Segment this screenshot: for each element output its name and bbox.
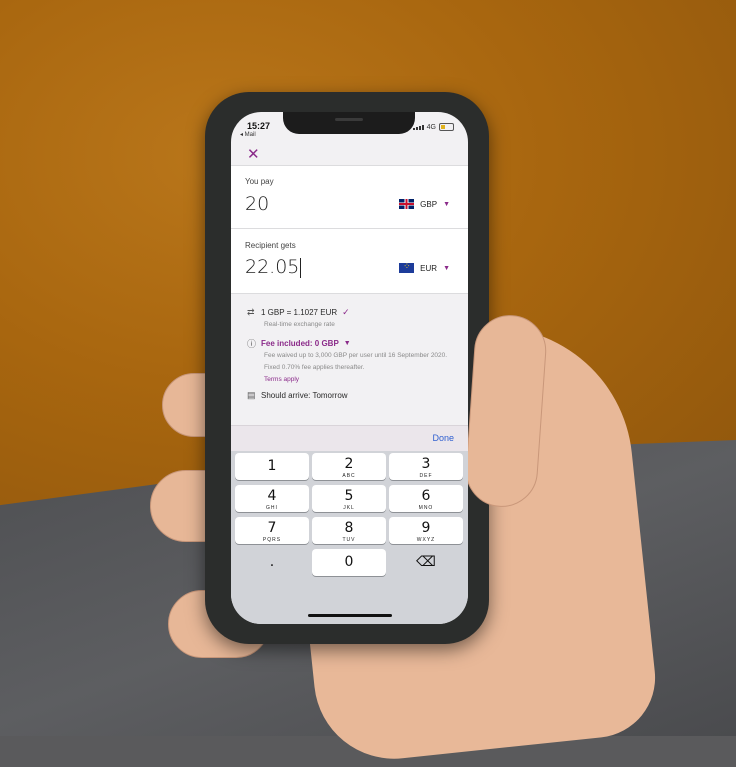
key-3[interactable]: 3 DEF [389,453,463,480]
key-number: 7 [267,520,277,536]
chevron-down-icon: ▼ [443,200,450,208]
key-number: 1 [267,458,277,474]
key-letters: DEF [419,473,433,479]
recipient-gets-currency: EUR [420,263,438,273]
key-letters: TUV [342,537,356,543]
calendar-icon: ▤ [247,390,256,400]
exchange-rate-row: ⇄ 1 GBP = 1.1027 EUR ✓ [247,307,350,318]
speaker-grille [335,118,363,121]
network-label: 4G [426,123,436,131]
key-letters: PQRS [262,537,282,543]
key-number: 3 [421,456,431,472]
recipient-gets-amount-input[interactable]: 22.05 [245,256,302,278]
phone-notch [283,112,415,134]
key-9[interactable]: 9 WXYZ [389,517,463,544]
arrival-text: Should arrive: Tomorrow [261,391,348,400]
you-pay-currency: GBP [420,199,438,209]
recipient-gets-amount: 22.05 [245,256,300,278]
fee-description: Fee waived up to 3,000 GBP per user unti… [264,352,448,371]
key-letters: JKL [343,505,355,511]
phone-screen: 15:27 ◂ Mail 4G ✕ You pay 20 GBP ▼ Recip… [231,112,468,624]
key-number: 8 [344,520,354,536]
battery-icon [439,123,454,131]
exchange-rate-text: 1 GBP = 1.1027 EUR [261,308,338,317]
back-to-mail-link[interactable]: ◂ Mail [240,131,256,138]
terms-apply-link[interactable]: Terms apply [264,374,454,386]
recipient-gets-panel[interactable]: Recipient gets 22.05 EUR ▼ [231,229,468,293]
chevron-down-icon: ▼ [443,264,450,272]
key-number: 2 [344,456,354,472]
you-pay-currency-select[interactable]: GBP ▼ [399,199,450,209]
exchange-rate-subtext: Real-time exchange rate [264,321,335,328]
key-6[interactable]: 6 MNO [389,485,463,512]
recipient-gets-currency-select[interactable]: EUR ▼ [399,261,450,273]
key-backspace[interactable]: ⌫ [389,549,463,576]
close-icon[interactable]: ✕ [247,145,260,163]
status-time: 15:27 [247,121,271,131]
chevron-down-icon: ▼ [343,340,351,347]
key-letters: ABC [342,473,356,479]
uk-flag-icon [399,199,415,209]
hand-thumb [463,312,549,510]
key-number: 4 [267,488,277,504]
recipient-gets-label: Recipient gets [245,241,296,250]
fee-included-label[interactable]: Fee included: 0 GBP [261,339,339,348]
key-number: 9 [421,520,431,536]
eu-flag-icon [399,261,415,273]
arrival-row: ▤ Should arrive: Tomorrow [247,390,348,401]
keyboard-toolbar: Done [231,425,468,452]
key-number: 0 [344,554,354,570]
key-8[interactable]: 8 TUV [312,517,386,544]
key-letters: WXYZ [416,537,436,543]
key-letters: GHI [266,505,278,511]
key-number: 6 [421,488,431,504]
fee-row[interactable]: ⓘ Fee included: 0 GBP ▼ [247,337,351,350]
you-pay-panel[interactable]: You pay 20 GBP ▼ [231,166,468,228]
status-indicators: 4G [412,123,454,131]
key-letters: MNO [418,505,434,511]
checkmark-icon: ✓ [342,307,350,317]
divider [231,293,468,294]
home-indicator[interactable] [308,614,392,617]
fee-coin-icon: ⓘ [247,339,257,349]
key-2[interactable]: 2 ABC [312,453,386,480]
key-5[interactable]: 5 JKL [312,485,386,512]
done-button[interactable]: Done [432,433,454,443]
you-pay-label: You pay [245,177,274,186]
signal-icon [412,124,424,130]
key-4[interactable]: 4 GHI [235,485,309,512]
numeric-keypad: 1 2 ABC 3 DEF 4 GHI 5 JKL 6 MNO 7 PQRS 8 TUV 9W… [231,451,468,624]
text-caret [300,257,302,278]
you-pay-amount-input[interactable]: 20 [245,193,269,215]
key-7[interactable]: 7 PQRS [235,517,309,544]
key-decimal[interactable]: . [235,549,309,576]
swap-arrows-icon: ⇄ [247,307,255,317]
key-0[interactable]: 0 [312,549,386,576]
key-number: 5 [344,488,354,504]
key-number: . [269,554,275,570]
backspace-icon: ⌫ [416,554,436,570]
key-1[interactable]: 1 [235,453,309,480]
